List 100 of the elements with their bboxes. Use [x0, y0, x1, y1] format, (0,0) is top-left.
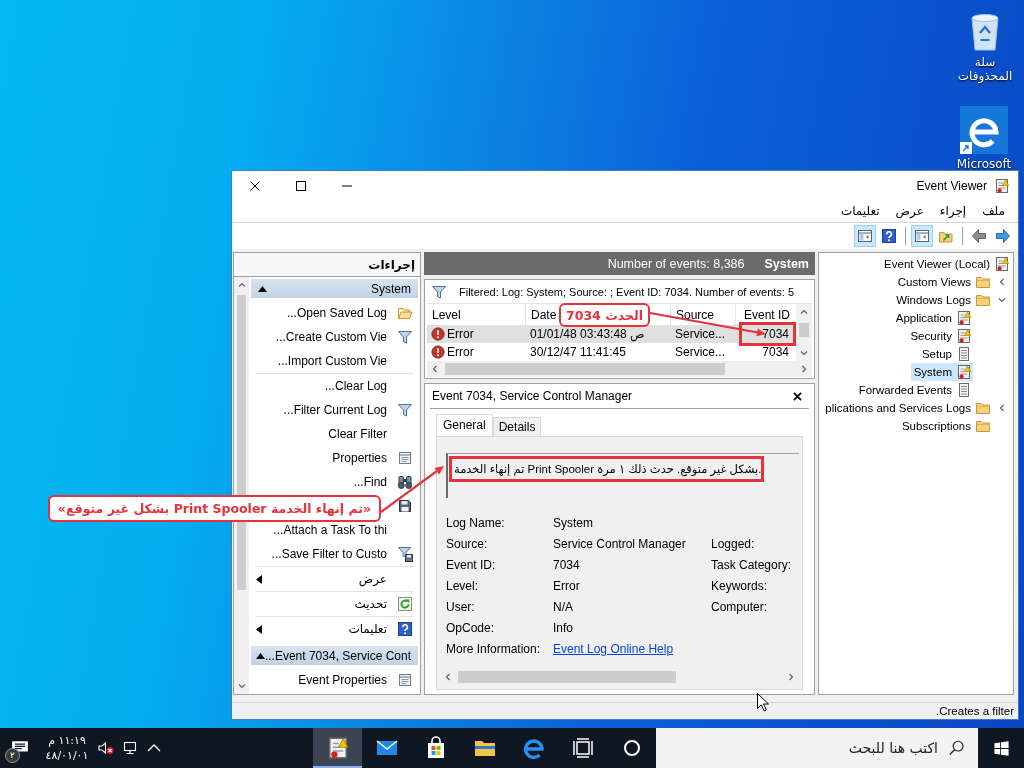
table-cell: 7034 — [762, 345, 789, 359]
monitor-icon[interactable] — [122, 740, 138, 756]
properties-icon[interactable] — [397, 450, 413, 466]
tree-item[interactable]: Event Viewer (Local) — [881, 255, 1011, 273]
log-sheet-icon — [956, 346, 972, 362]
help-link[interactable]: Event Log Online Help — [553, 641, 674, 656]
triangle-left-icon[interactable] — [256, 574, 262, 584]
tree-item[interactable]: Subscriptions — [898, 417, 992, 435]
panel-title: Event 7034, Service Control Manager — [432, 389, 633, 403]
folder-icon — [975, 418, 991, 434]
event-count: Number of events: 8,386 — [607, 256, 745, 271]
properties-icon[interactable] — [397, 672, 413, 688]
triangle-up-icon[interactable] — [255, 652, 265, 659]
search-icon[interactable] — [948, 739, 966, 757]
field-label: Computer: — [711, 599, 768, 614]
table-cell: 30/12/47 11:41:45 — [530, 345, 626, 359]
action-item[interactable]: Save Filter to Custo... — [251, 542, 418, 566]
tree-item[interactable]: Forwarded Events — [855, 381, 973, 399]
table-cell: 7034 — [762, 327, 789, 341]
open-folder-icon[interactable] — [397, 305, 413, 321]
log-sheet-icon — [956, 382, 972, 398]
log-book-icon — [994, 256, 1010, 272]
status-text: Creates a filter. — [936, 705, 1014, 717]
chevron-down-icon[interactable] — [237, 682, 246, 690]
tree-item[interactable]: plications and Services Logs — [822, 399, 992, 417]
action-item[interactable]: Find... — [251, 470, 418, 494]
refresh-icon[interactable] — [397, 596, 413, 612]
e-logo-shortcut-icon[interactable] — [960, 106, 1008, 154]
pane-title: إجراءات — [368, 257, 415, 272]
filter-icon[interactable] — [397, 329, 413, 345]
tree-item[interactable]: Setup — [918, 345, 973, 363]
action-item[interactable]: Event Properties — [251, 668, 418, 692]
section-header[interactable]: Event 7034, Service Cont... — [251, 646, 418, 665]
action-item[interactable]: Open Saved Log... — [251, 301, 418, 325]
tree-item[interactable]: Application — [892, 309, 973, 327]
chevron-right-icon[interactable] — [800, 365, 808, 373]
toolbar-button[interactable] — [854, 225, 876, 247]
close-button[interactable] — [791, 389, 804, 403]
folder-icon — [975, 400, 991, 416]
filter-icon — [431, 284, 447, 300]
column-header[interactable]: Date — [531, 307, 557, 322]
tab[interactable]: Details — [492, 417, 542, 436]
action-item[interactable]: Create Custom Vie... — [251, 325, 418, 349]
table-cell: Error — [447, 345, 474, 359]
speaker-muted-icon[interactable] — [98, 740, 114, 756]
chevron-down-icon[interactable] — [800, 349, 808, 357]
e-logo-icon — [521, 736, 546, 760]
scrollbar[interactable] — [796, 304, 812, 361]
triangle-up-icon[interactable] — [258, 285, 267, 292]
chevron-left-icon[interactable] — [444, 673, 452, 681]
log-name: System — [764, 256, 809, 271]
action-item[interactable]: تحديث — [251, 592, 418, 616]
desktop-icon-label[interactable]: سلة المحذوفات — [948, 55, 1022, 83]
action-item[interactable]: عرض — [251, 567, 418, 591]
action-item[interactable]: Clear Log... — [251, 374, 418, 398]
action-item[interactable]: تعليمات — [251, 617, 418, 641]
search-field[interactable]: اكتب هنا للبحث — [656, 736, 938, 760]
filter-icon[interactable] — [397, 402, 413, 418]
clock-time[interactable]: ١١:١٩ م — [48, 733, 86, 748]
folder-icon — [975, 274, 991, 290]
task-view-icon — [570, 736, 595, 760]
field-value: N/A — [553, 599, 573, 614]
table-row[interactable]: Error 30/12/47 11:41:45 Service... 7034 — [427, 343, 796, 361]
filter-disk-icon[interactable] — [397, 546, 413, 562]
menu-item[interactable]: ملف — [974, 202, 1013, 220]
table-cell: 01/01/48 03:43:48 ص — [530, 327, 645, 341]
action-item[interactable]: Import Custom Vie... — [251, 349, 418, 373]
chevron-left-icon[interactable] — [997, 278, 1006, 286]
field-value: Error — [553, 578, 580, 593]
search-box[interactable]: اكتب هنا للبحث — [656, 728, 978, 768]
tree-item[interactable]: Security — [907, 327, 973, 345]
section-header[interactable]: System — [251, 279, 418, 298]
help-icon[interactable] — [397, 621, 413, 637]
action-item[interactable]: Properties — [251, 446, 418, 470]
tree-item[interactable]: System — [910, 363, 973, 381]
column-header[interactable]: Level — [432, 307, 461, 322]
taskbar-button[interactable] — [313, 728, 362, 768]
close-icon — [793, 391, 802, 401]
window-pane-icon — [914, 228, 930, 244]
action-item[interactable]: Filter Current Log... — [251, 398, 418, 422]
chevron-left-icon[interactable] — [431, 365, 439, 373]
action-item[interactable]: Clear Filter — [251, 422, 418, 446]
scrollbar[interactable] — [427, 361, 812, 377]
binoculars-icon[interactable] — [397, 474, 413, 490]
tree-item[interactable]: Windows Logs — [893, 291, 992, 309]
field-label: Event ID: — [446, 557, 496, 572]
tree-item[interactable]: Custom Views — [894, 273, 992, 291]
column-header[interactable]: Event ID — [743, 307, 790, 322]
clock-date[interactable]: ٤٨/٠١/٠١ — [45, 748, 89, 763]
chevron-left-icon[interactable] — [997, 404, 1006, 412]
notification-button[interactable]: ٢ — [0, 728, 40, 768]
desktop-icon-label[interactable]: Microsoft — [956, 157, 1012, 171]
message-field[interactable]: تم إنهاء الخدمة Print Spooler بشكل غير متوقع. حدث ذلك ١ مرة. — [446, 453, 799, 498]
chevron-down-icon[interactable] — [997, 296, 1006, 304]
triangle-left-icon[interactable] — [256, 624, 262, 634]
minimize-icon — [342, 184, 352, 187]
toolbar-button[interactable] — [911, 225, 933, 247]
menu-item[interactable]: إجراء — [931, 202, 975, 220]
tab[interactable]: General — [436, 414, 493, 436]
chevron-right-icon[interactable] — [787, 673, 795, 681]
